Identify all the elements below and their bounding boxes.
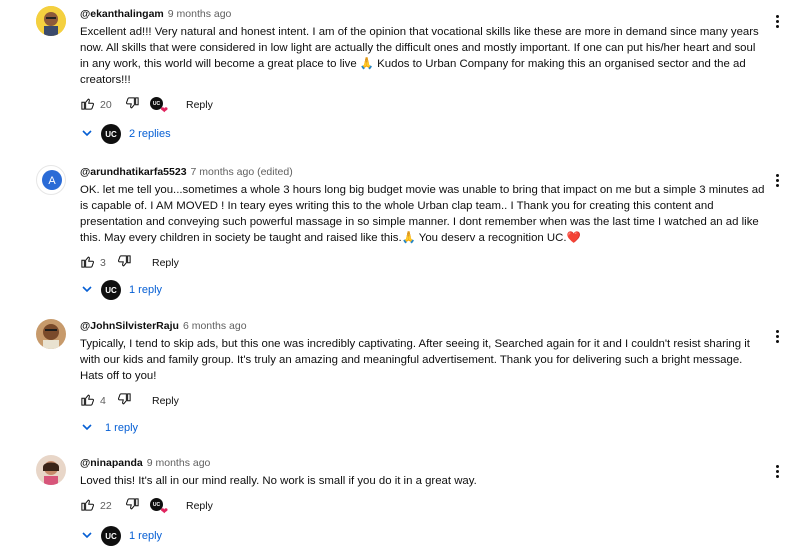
thumb-down-icon[interactable] — [117, 392, 132, 410]
svg-text:A: A — [48, 175, 56, 187]
comment-text: OK. let me tell you...sometimes a whole … — [80, 184, 765, 244]
thumb-down-icon[interactable] — [125, 497, 140, 515]
like-count: 4 — [100, 395, 106, 407]
view-replies-button[interactable]: UC 1 reply — [81, 526, 162, 546]
avatar[interactable] — [36, 455, 66, 485]
thumb-up-icon[interactable] — [80, 497, 95, 515]
like-count: 3 — [100, 257, 106, 269]
replies-count: 1 reply — [129, 284, 163, 296]
chevron-down-icon — [81, 421, 93, 436]
reply-button[interactable]: Reply — [152, 395, 179, 407]
comment-author[interactable]: @JohnSilvisterRaju — [80, 320, 179, 332]
chevron-down-icon — [81, 283, 93, 298]
avatar[interactable]: A — [36, 165, 66, 195]
creator-heart: UC ❤ — [150, 498, 168, 516]
reply-button[interactable]: Reply — [152, 257, 179, 269]
comment-actions: 3 Reply — [80, 253, 765, 273]
thumb-up-icon[interactable] — [80, 254, 95, 272]
more-vert-icon[interactable] — [775, 465, 779, 478]
thumb-down-icon[interactable] — [125, 96, 140, 114]
avatar[interactable] — [36, 6, 66, 36]
thumb-up-icon[interactable] — [80, 96, 95, 114]
comment-author[interactable]: @ninapanda — [80, 457, 143, 469]
comment-author[interactable]: @ekanthalingam — [80, 8, 164, 20]
thumb-up-icon[interactable] — [80, 392, 95, 410]
comment-time[interactable]: 9 months ago — [147, 457, 211, 469]
like-count: 20 — [100, 99, 112, 111]
more-vert-icon[interactable] — [775, 15, 779, 28]
reply-button[interactable]: Reply — [186, 99, 213, 111]
comment-author[interactable]: @arundhatikarfa5523 — [80, 166, 187, 178]
thumb-down-icon[interactable] — [117, 254, 132, 272]
replies-count: 1 reply — [105, 422, 139, 434]
view-replies-button[interactable]: UC 1 reply — [81, 280, 162, 300]
like-count: 22 — [100, 500, 112, 512]
creator-avatar: UC — [101, 526, 121, 546]
more-vert-icon[interactable] — [775, 174, 779, 187]
creator-avatar: UC — [101, 280, 121, 300]
chevron-down-icon — [81, 529, 93, 544]
comment-time[interactable]: 7 months ago (edited) — [191, 166, 293, 178]
replies-count: 1 reply — [129, 530, 163, 542]
comment-actions: 22 UC ❤ Reply — [80, 496, 765, 516]
avatar[interactable] — [36, 319, 66, 349]
comment-actions: 20 UC ❤ Reply — [80, 95, 765, 115]
more-vert-icon[interactable] — [775, 330, 779, 343]
heart-icon: ❤ — [160, 506, 168, 516]
chevron-down-icon — [81, 127, 93, 142]
creator-avatar: UC — [101, 124, 121, 144]
comment-text: Excellent ad!!! Very natural and honest … — [80, 26, 759, 86]
comment-text: Typically, I tend to skip ads, but this … — [80, 338, 750, 382]
reply-button[interactable]: Reply — [186, 500, 213, 512]
comment-actions: 4 Reply — [80, 391, 765, 411]
comment-time[interactable]: 6 months ago — [183, 320, 247, 332]
view-replies-button[interactable]: UC 2 replies — [81, 124, 171, 144]
comment-time[interactable]: 9 months ago — [168, 8, 232, 20]
creator-heart: UC ❤ — [150, 97, 168, 115]
view-replies-button[interactable]: 1 reply — [81, 418, 138, 438]
heart-icon: ❤ — [160, 105, 168, 115]
comment-text: Loved this! It's all in our mind really.… — [80, 475, 477, 487]
replies-count: 2 replies — [129, 128, 171, 140]
